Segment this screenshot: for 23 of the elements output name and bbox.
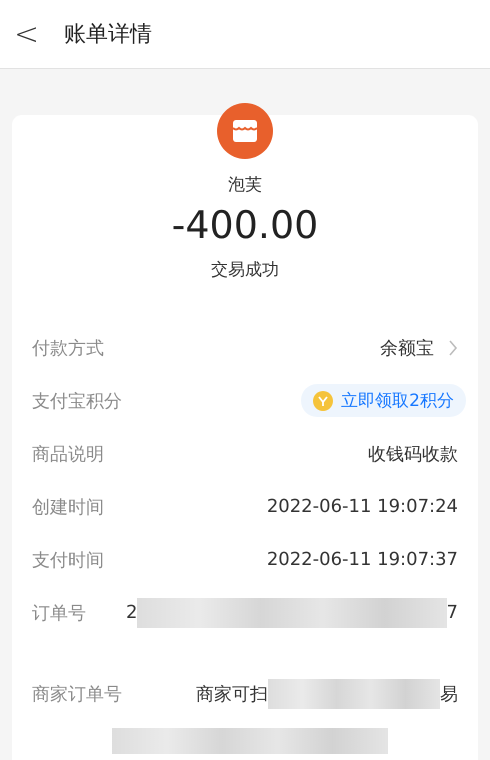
coin-icon (313, 390, 334, 410)
page-title: 账单详情 (64, 21, 152, 49)
back-button[interactable]: < (14, 16, 54, 52)
field-label: 创建时间 (32, 496, 105, 518)
field-value: 商家可扫 (196, 682, 268, 706)
field-value: 2022-06-11 19:07:24 (266, 496, 458, 517)
field-label: 支付时间 (32, 548, 105, 572)
field-label: 订单号 (32, 602, 86, 624)
points-button[interactable]: 立即领取2积分 (301, 384, 466, 417)
field-label: 付款方式 (32, 336, 105, 360)
amount: -400.00 (170, 202, 320, 248)
field-value: 收钱码收款 (368, 442, 458, 466)
field-label: 商家订单号 (32, 682, 122, 706)
field-label: 商品说明 (32, 442, 105, 466)
merchant-name: 泡芙 (227, 174, 263, 196)
field-label: 支付宝积分 (32, 390, 123, 412)
chevron-right-icon (448, 338, 458, 356)
field-value: 易 (440, 682, 458, 706)
field-value: 2 (126, 602, 138, 623)
payment-method-link[interactable]: 余额宝 (380, 336, 434, 360)
field-value: 2022-06-11 19:07:37 (266, 549, 458, 570)
transaction-status: 交易成功 (210, 259, 280, 281)
field-value: 7 (446, 602, 458, 623)
